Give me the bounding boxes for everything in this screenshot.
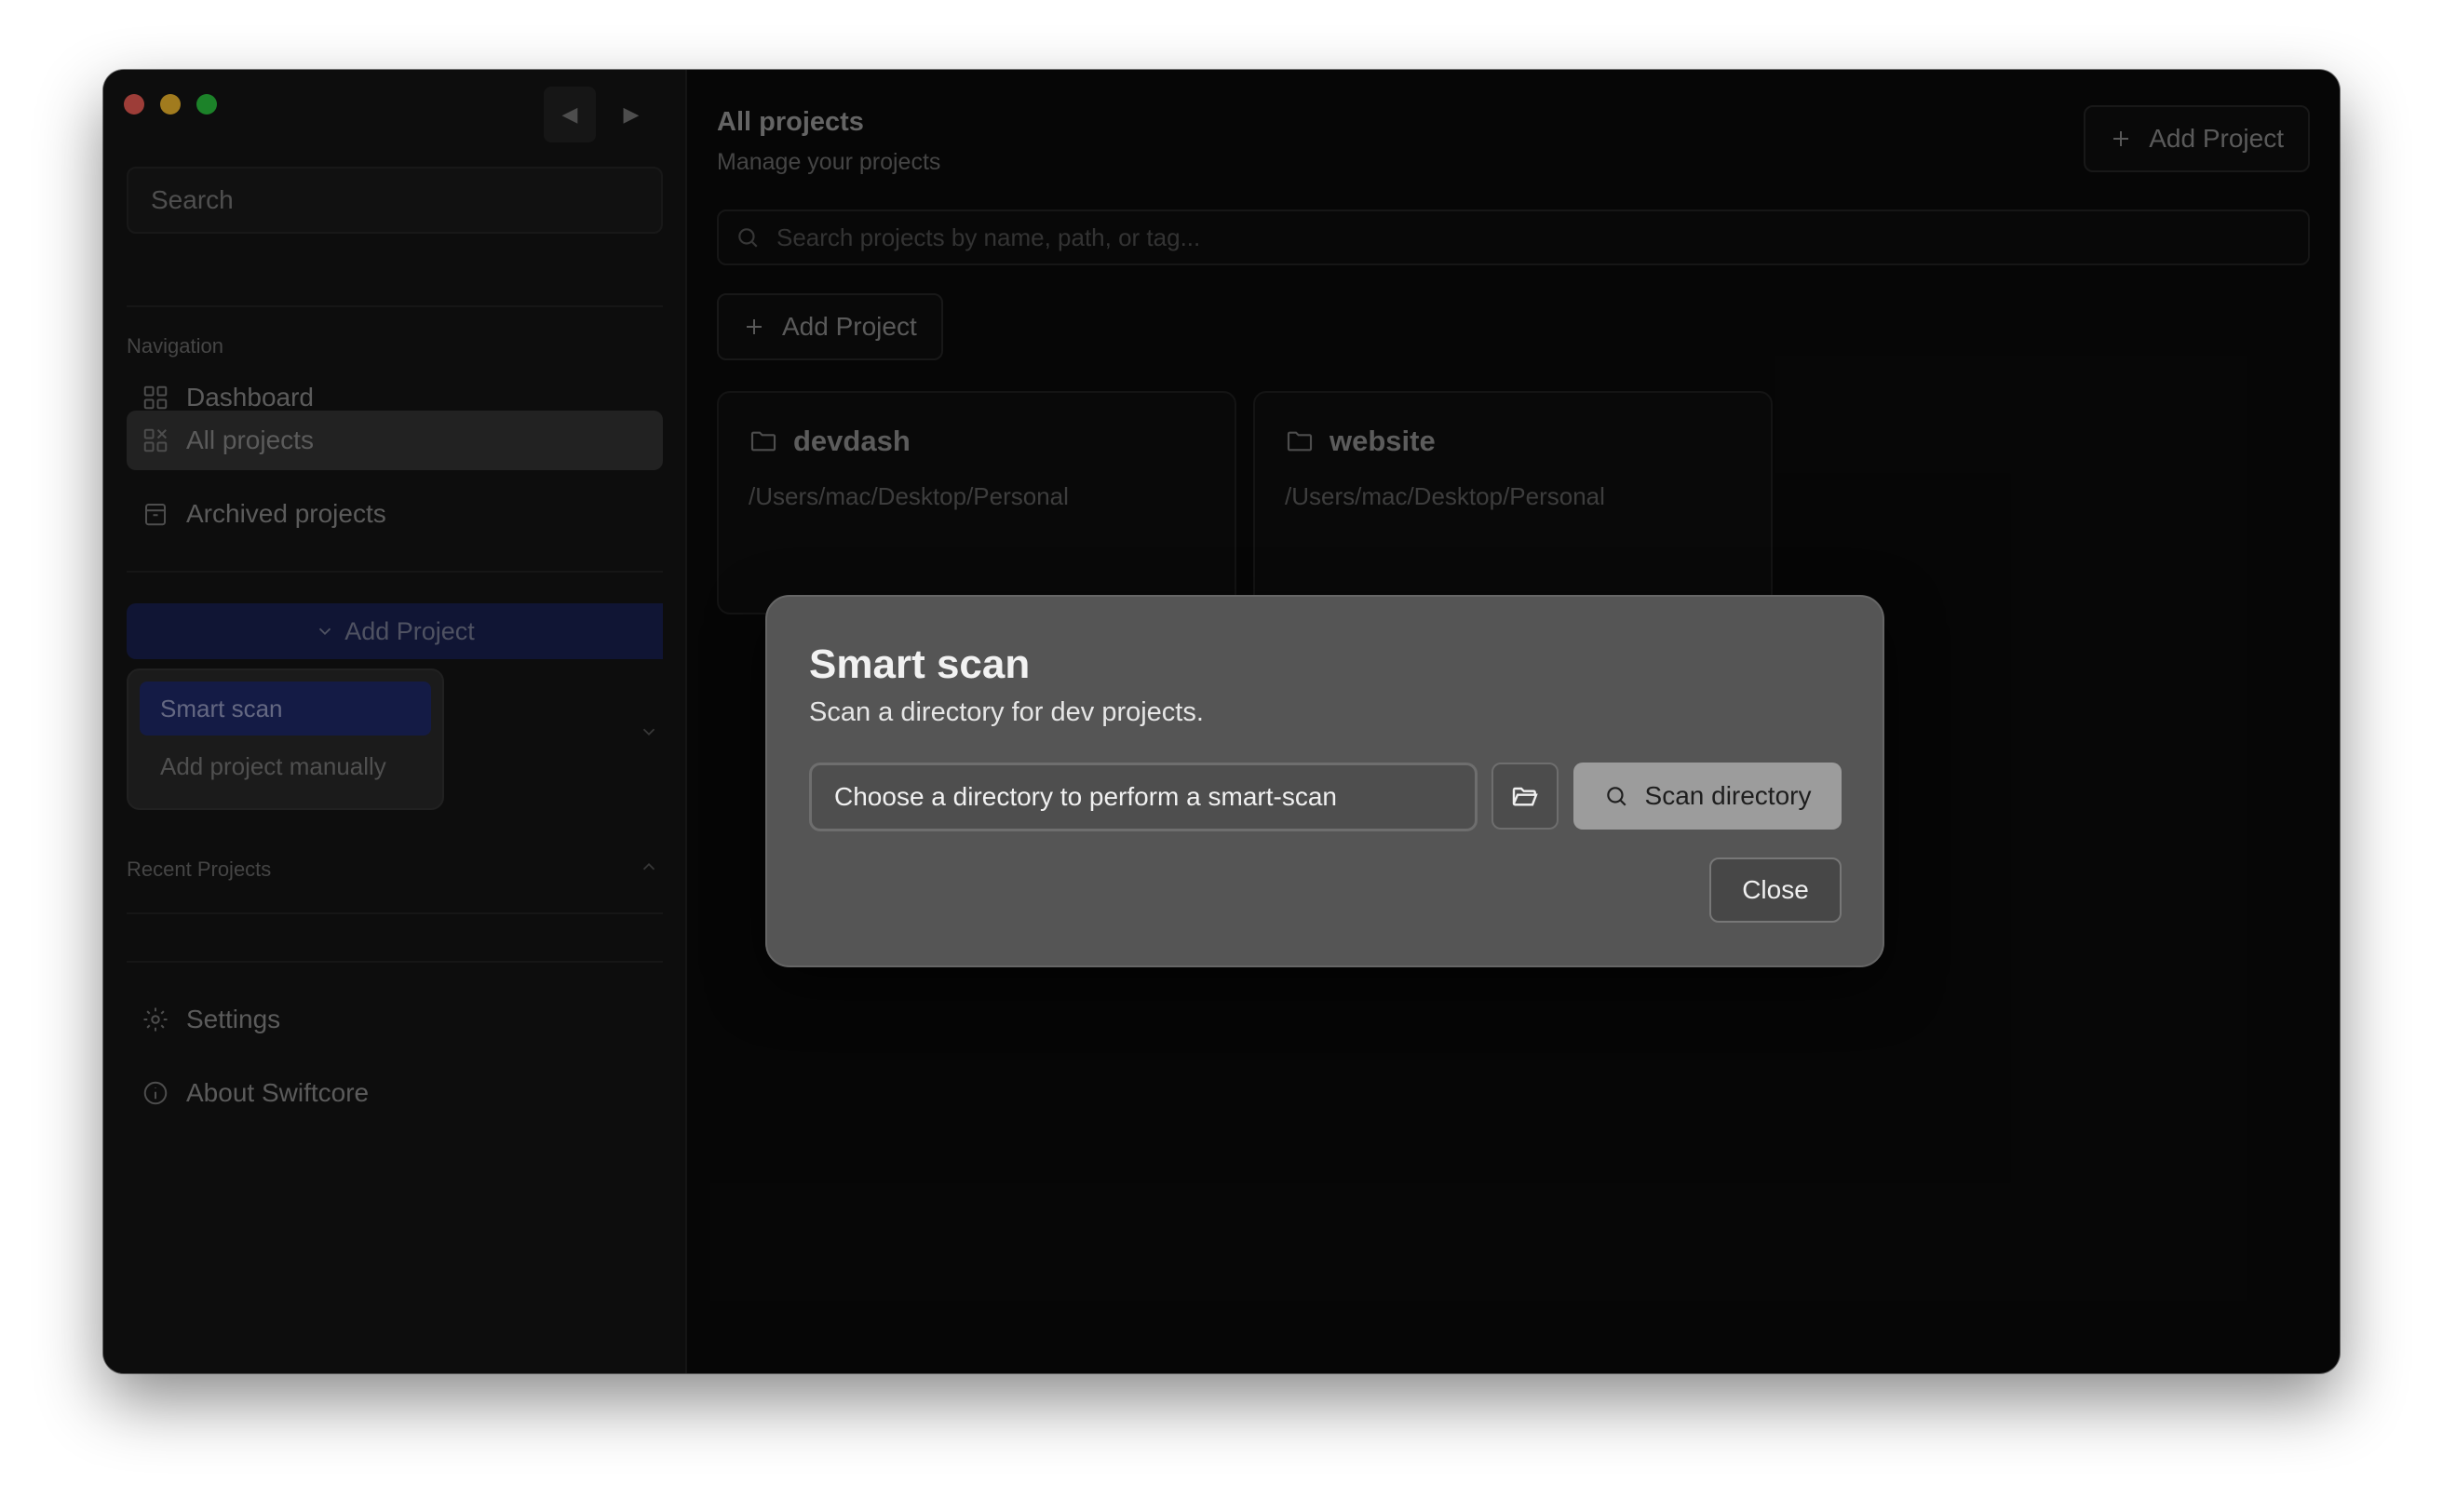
folder-open-icon [1512, 787, 1538, 806]
smart-scan-dialog: Smart scan Scan a directory for dev proj… [765, 595, 1884, 967]
directory-placeholder: Choose a directory to perform a smart-sc… [834, 782, 1337, 811]
app-window: ◀ ▶ Search Navigation Dashboard All proj… [103, 70, 2340, 1373]
dialog-subtitle: Scan a directory for dev projects. [809, 697, 1204, 727]
dialog-title: Smart scan [809, 641, 1031, 687]
browse-folder-button[interactable] [1491, 763, 1559, 830]
scan-directory-button[interactable]: Scan directory [1573, 763, 1842, 830]
directory-input[interactable]: Choose a directory to perform a smart-sc… [809, 763, 1478, 831]
search-icon [1606, 787, 1626, 806]
button-label: Scan directory [1644, 781, 1812, 810]
close-dialog-button[interactable]: Close [1709, 857, 1842, 923]
